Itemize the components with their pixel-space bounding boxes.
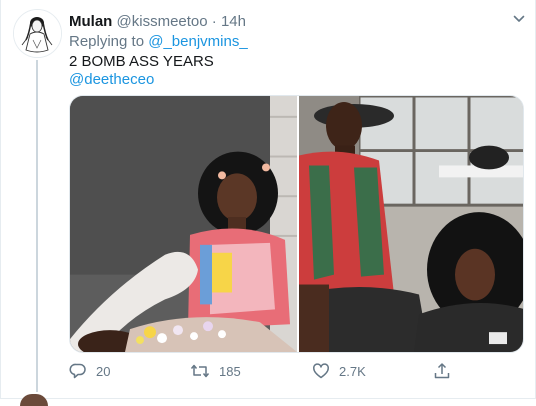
share-icon [434,363,450,379]
reply-button[interactable]: 20 [69,360,110,382]
heart-icon [313,363,329,379]
chevron-down-icon [513,15,525,22]
author-name[interactable]: Mulan [69,13,112,30]
avatar[interactable] [13,9,62,58]
retweet-count: 185 [219,363,241,379]
photo-right[interactable] [299,96,524,352]
tweet-header: Mulan @kissmeetoo · 14h [69,12,246,32]
mention-link[interactable]: @deetheceo [69,70,154,89]
reply-icon [69,363,86,379]
reply-count: 20 [96,363,111,379]
retweet-button[interactable]: 185 [190,360,241,382]
replying-to-label: Replying to [69,33,145,50]
share-button[interactable] [433,360,451,382]
author-handle[interactable]: @kissmeetoo [117,13,208,30]
avatar-drawing [14,10,61,57]
replying-to-line: Replying to @_benjvmins_ [69,32,248,52]
tweet-time[interactable]: 14h [221,13,246,30]
header-separator: · [211,13,217,30]
like-count: 2.7K [339,363,366,379]
like-button[interactable]: 2.7K [312,360,366,382]
tweet-text: 2 BOMB ASS YEARS [69,53,214,70]
replying-to-link[interactable]: @_benjvmins_ [148,33,247,50]
tweet-media[interactable] [69,95,524,353]
photo-left[interactable] [70,96,297,352]
thread-line [36,60,38,392]
more-options-button[interactable] [512,12,526,26]
tweet-actions: 20 185 2.7K [69,360,524,382]
retweet-icon [190,364,210,378]
